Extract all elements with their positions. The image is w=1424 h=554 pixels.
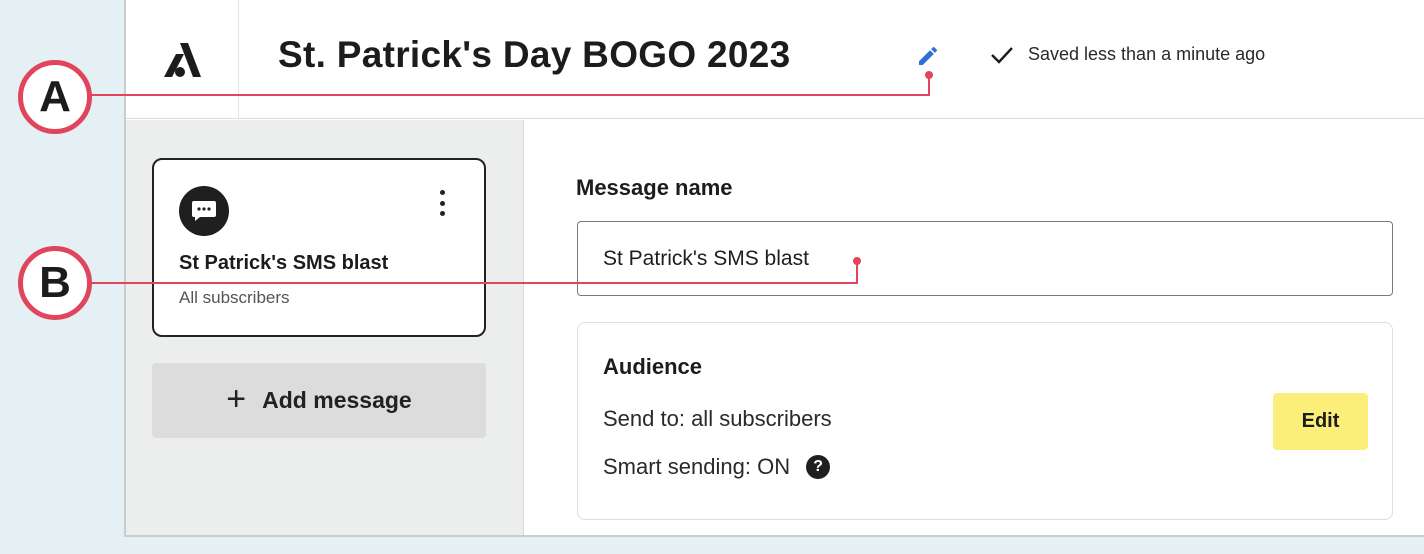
audience-send-to: Send to: all subscribers bbox=[603, 406, 832, 431]
smart-sending-text: Smart sending: ON bbox=[603, 454, 791, 479]
smart-sending-row: Smart sending: ON ? bbox=[603, 454, 831, 480]
callout-a-marker: A bbox=[18, 60, 92, 134]
campaign-title: St. Patrick's Day BOGO 2023 bbox=[278, 34, 791, 75]
message-name-label: Message name bbox=[576, 175, 733, 200]
chat-bubble-icon bbox=[179, 186, 229, 236]
help-icon[interactable]: ? bbox=[806, 455, 831, 479]
campaign-editor: St. Patrick's Day BOGO 2023 Saved less t… bbox=[124, 0, 1424, 537]
brand-logo[interactable] bbox=[126, 0, 239, 119]
add-message-button[interactable]: + Add message bbox=[152, 363, 486, 438]
callout-a-line bbox=[90, 94, 930, 96]
plus-icon: + bbox=[226, 380, 247, 418]
top-bar: St. Patrick's Day BOGO 2023 Saved less t… bbox=[126, 0, 1424, 119]
callout-b-line bbox=[856, 262, 858, 284]
audience-title: Audience bbox=[603, 354, 703, 379]
callout-b-line bbox=[90, 282, 858, 284]
callout-a-line bbox=[928, 76, 930, 96]
callout-b-dot bbox=[853, 257, 861, 265]
brand-logo-icon bbox=[164, 42, 201, 77]
audience-card: Audience Send to: all subscribers Smart … bbox=[577, 322, 1393, 520]
more-vertical-icon[interactable] bbox=[432, 188, 452, 218]
callout-b-marker: B bbox=[18, 246, 92, 320]
add-message-label: Add message bbox=[262, 387, 412, 413]
callout-a-dot bbox=[925, 71, 933, 79]
save-status-text: Saved less than a minute ago bbox=[1028, 44, 1266, 64]
message-card-audience: All subscribers bbox=[179, 288, 290, 307]
edit-audience-button[interactable]: Edit bbox=[1273, 393, 1368, 450]
message-name-input[interactable] bbox=[577, 221, 1393, 296]
save-status: Saved less than a minute ago bbox=[990, 44, 1265, 65]
message-sidebar: St Patrick's SMS blast All subscribers +… bbox=[126, 120, 524, 535]
message-card[interactable]: St Patrick's SMS blast All subscribers bbox=[152, 158, 486, 337]
pencil-icon[interactable] bbox=[916, 44, 940, 68]
message-card-name: St Patrick's SMS blast bbox=[179, 252, 389, 274]
check-icon bbox=[991, 46, 1013, 64]
